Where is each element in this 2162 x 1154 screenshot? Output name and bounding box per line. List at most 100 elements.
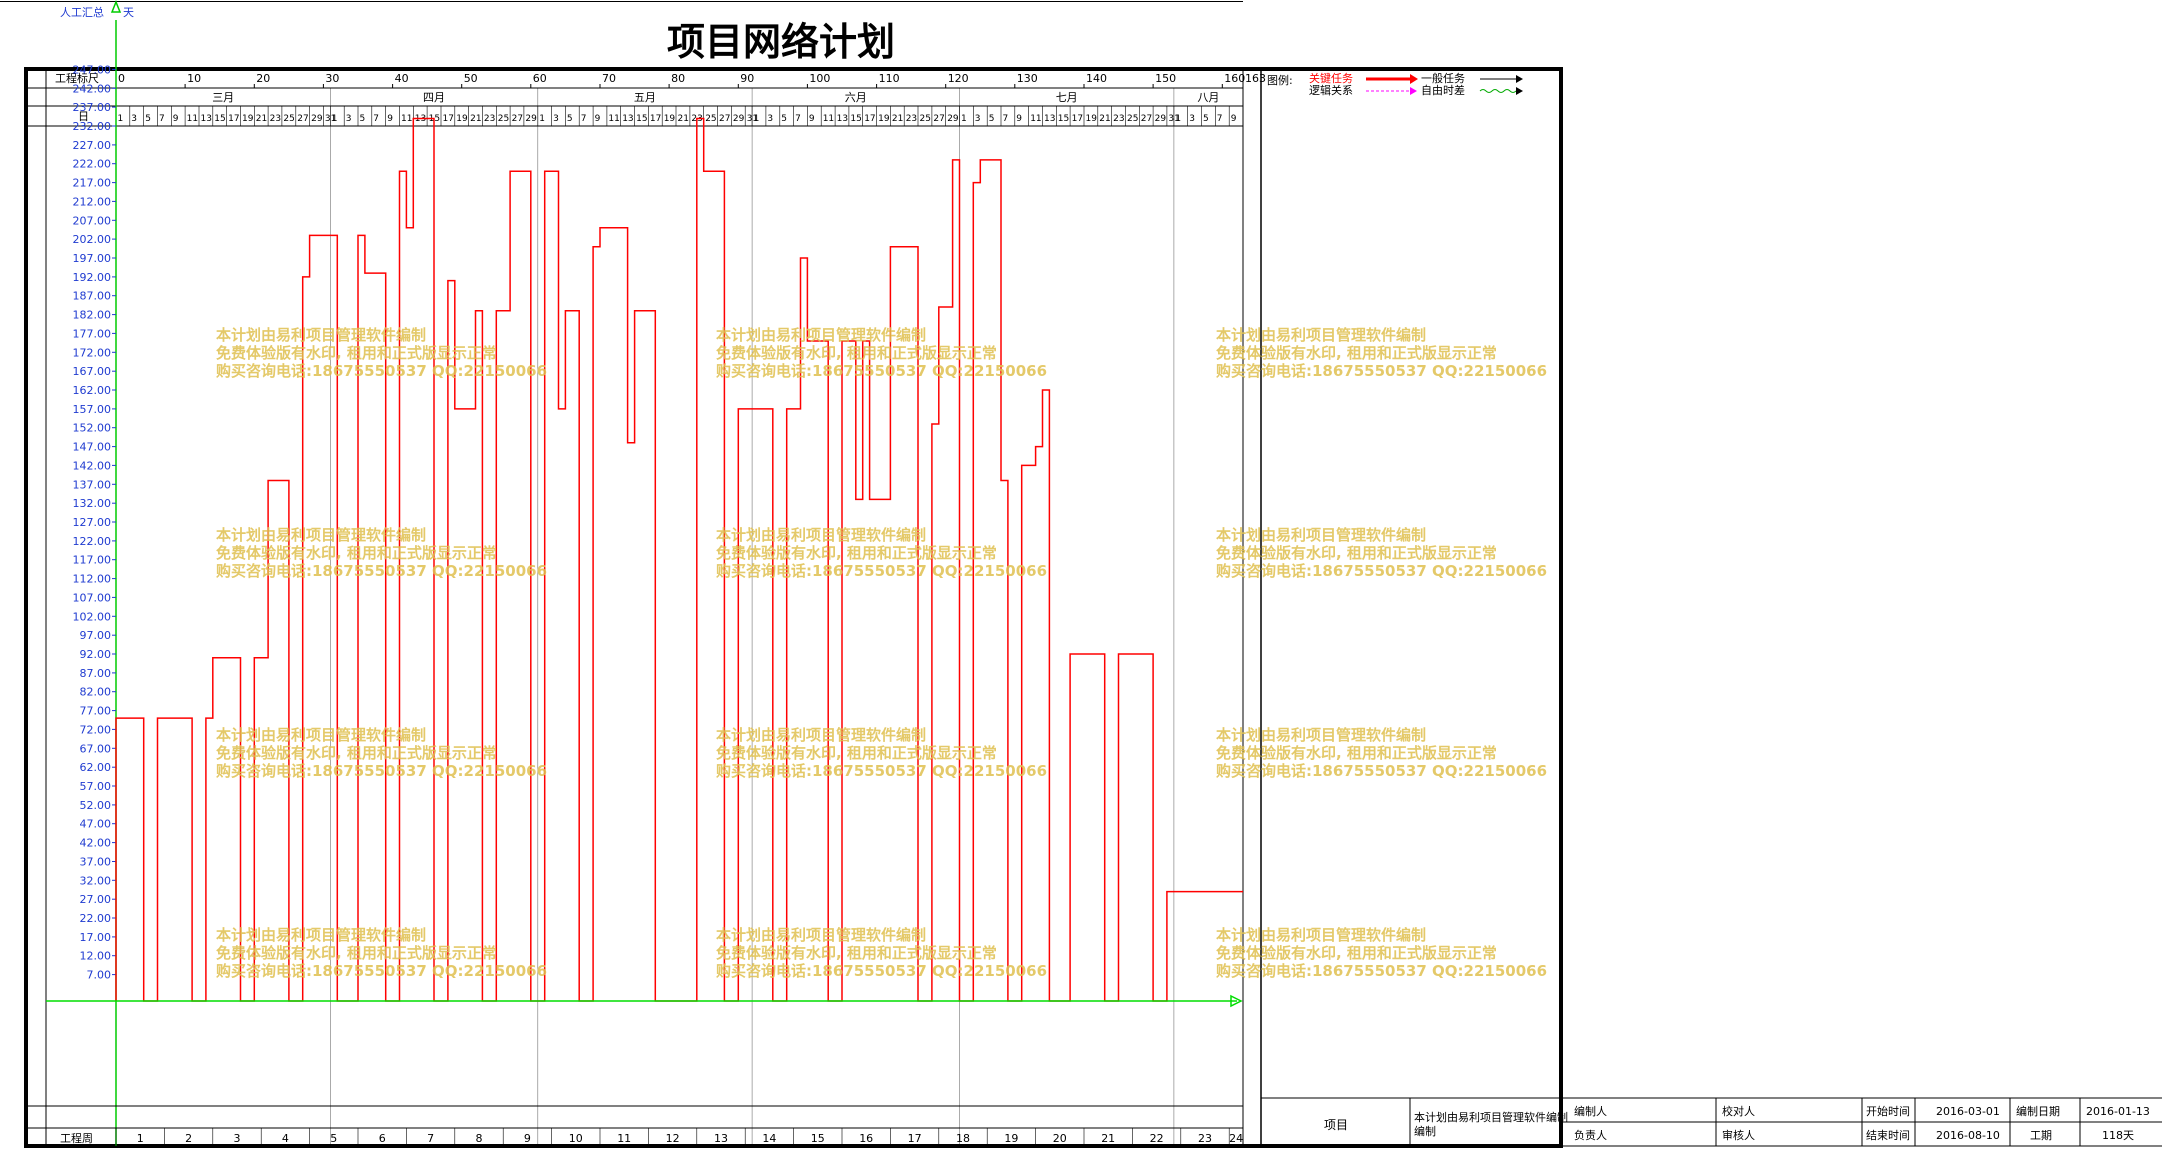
month-label: 六月 (845, 91, 867, 104)
day-label: 11 (187, 114, 198, 124)
day-label: 5 (989, 114, 995, 124)
week-label: 15 (811, 1132, 825, 1145)
day-label: 23 (906, 114, 917, 124)
day-label: 29 (947, 114, 959, 124)
y-tick-label: 162.00 (73, 384, 112, 397)
week-label: 3 (234, 1132, 241, 1145)
y-tick-label: 67.00 (80, 742, 112, 755)
y-tick-label: 187.00 (73, 290, 112, 303)
watermark-text: 购买咨询电话:18675550537 QQ:22150066 (716, 962, 1047, 980)
watermark-text: 本计划由易利项目管理软件编制 (716, 526, 926, 544)
watermark-text: 免费体验版有水印, 租用和正式版显示正常 (716, 744, 997, 762)
legend-critical-label: 关键任务 (1309, 71, 1353, 85)
y-tick-labels: 7.00 12.00 17.00 22.00 27.00 32.00 37.00 42.00 4… (73, 63, 116, 982)
end-label: 结束时间 (1866, 1129, 1910, 1142)
y-tick-label: 72.00 (80, 723, 112, 736)
week-label: 22 (1150, 1132, 1164, 1145)
watermark-text: 购买咨询电话:18675550537 QQ:22150066 (716, 762, 1047, 780)
title-block: 项目 本计划由易利项目管理软件编制 编制 编制人 校对人 开始时间 2016-0… (1261, 1097, 2162, 1147)
y-axis-title: 人工汇总 (60, 5, 104, 19)
editor-label: 编制人 (1574, 1104, 1607, 1118)
y-tick-label: 137.00 (73, 478, 112, 491)
day-label: 19 (878, 114, 890, 124)
x-tick-label: 140 (1086, 72, 1107, 85)
day-label: 17 (864, 114, 875, 124)
project-value-line2: 编制 (1414, 1124, 1436, 1138)
watermark-text: 本计划由易利项目管理软件编制 (1216, 726, 1426, 744)
y-tick-label: 107.00 (73, 591, 112, 604)
y-tick-label: 32.00 (80, 874, 112, 887)
day-label: 29 (311, 114, 323, 124)
x-tick-label: 10 (187, 72, 201, 85)
x-tick-label: 90 (740, 72, 754, 85)
day-label: 7 (795, 114, 801, 124)
watermark-text: 免费体验版有水印, 租用和正式版显示正常 (216, 344, 497, 362)
legend-free-float-line (1479, 89, 1517, 93)
week-label: 21 (1101, 1132, 1115, 1145)
start-label: 开始时间 (1866, 1104, 1910, 1118)
day-label: 5 (360, 114, 366, 124)
x-tick-label: 0 (118, 72, 125, 85)
week-label: 8 (476, 1132, 483, 1145)
day-label: 23 (1113, 114, 1124, 124)
y-tick-label: 117.00 (73, 554, 112, 567)
y-tick-label: 207.00 (73, 214, 112, 227)
y-tick-label: 22.00 (80, 912, 112, 925)
y-tick-label: 57.00 (80, 780, 112, 793)
day-label: 17 (443, 114, 454, 124)
watermark-text: 购买咨询电话:18675550537 QQ:22150066 (1216, 362, 1547, 380)
y-tick-label: 232.00 (73, 120, 112, 133)
x-tick-label: 30 (325, 72, 339, 85)
day-label: 15 (850, 114, 861, 124)
x-tick-label: 100 (809, 72, 830, 85)
day-label: 13 (1044, 114, 1055, 124)
project-label: 项目 (1324, 1118, 1348, 1132)
week-label: 5 (330, 1132, 337, 1145)
day-label: 7 (159, 114, 165, 124)
duration-label: 工期 (2030, 1129, 2052, 1142)
week-label: 11 (617, 1132, 631, 1145)
day-label: 25 (283, 114, 294, 124)
legend: 图例: 关键任务 逻辑关系 一般任务 自由时差 (1267, 71, 1523, 97)
y-tick-label: 52.00 (80, 799, 112, 812)
watermark-text: 免费体验版有水印, 租用和正式版显示正常 (716, 944, 997, 962)
y-tick-label: 217.00 (73, 177, 112, 190)
y-tick-label: 97.00 (80, 629, 112, 642)
day-label: 29 (525, 114, 537, 124)
y-tick-label: 237.00 (73, 101, 112, 114)
week-label: 18 (956, 1132, 970, 1145)
y-tick-label: 122.00 (73, 535, 112, 548)
watermark-text: 购买咨询电话:18675550537 QQ:22150066 (1216, 562, 1547, 580)
month-labels: 三月 四月 五月 六月 七月 八月 (212, 91, 1219, 104)
day-label: 29 (1155, 114, 1167, 124)
day-label: 17 (650, 114, 661, 124)
y-tick-label: 247.00 (73, 63, 112, 76)
day-label: 1 (539, 114, 545, 124)
x-tick-labels: 0 10 20 30 40 50 60 70 80 90 100 110 120 130 140 150 160… (115, 72, 1266, 88)
day-label: 9 (173, 114, 179, 124)
owner-label: 负责人 (1574, 1128, 1607, 1142)
y-tick-label: 172.00 (73, 346, 112, 359)
y-tick-label: 242.00 (73, 82, 112, 95)
legend-free-float-arrow-icon (1516, 87, 1523, 95)
day-label: 25 (705, 114, 716, 124)
month-label: 八月 (1197, 91, 1219, 104)
week-label: 16 (859, 1132, 873, 1145)
watermark-text: 本计划由易利项目管理软件编制 (1216, 526, 1426, 544)
day-label: 1 (961, 114, 967, 124)
chart-frame (24, 67, 1563, 1148)
checker-label: 校对人 (1722, 1104, 1755, 1118)
watermark-text: 购买咨询电话:18675550537 QQ:22150066 (716, 362, 1047, 380)
watermark-text: 免费体验版有水印, 租用和正式版显示正常 (716, 344, 997, 362)
month-gridlines (329, 88, 1175, 1146)
y-tick-label: 62.00 (80, 761, 112, 774)
day-label: 19 (664, 114, 676, 124)
day-label: 19 (242, 114, 254, 124)
y-tick-label: 177.00 (73, 327, 112, 340)
x-tick-label: 80 (671, 72, 685, 85)
end-value: 2016-08-10 (1936, 1129, 2000, 1142)
x-tick-label: 120 (948, 72, 969, 85)
week-label: 7 (427, 1132, 434, 1145)
edit-date-label: 编制日期 (2016, 1104, 2060, 1118)
week-label: 1 (137, 1132, 144, 1145)
